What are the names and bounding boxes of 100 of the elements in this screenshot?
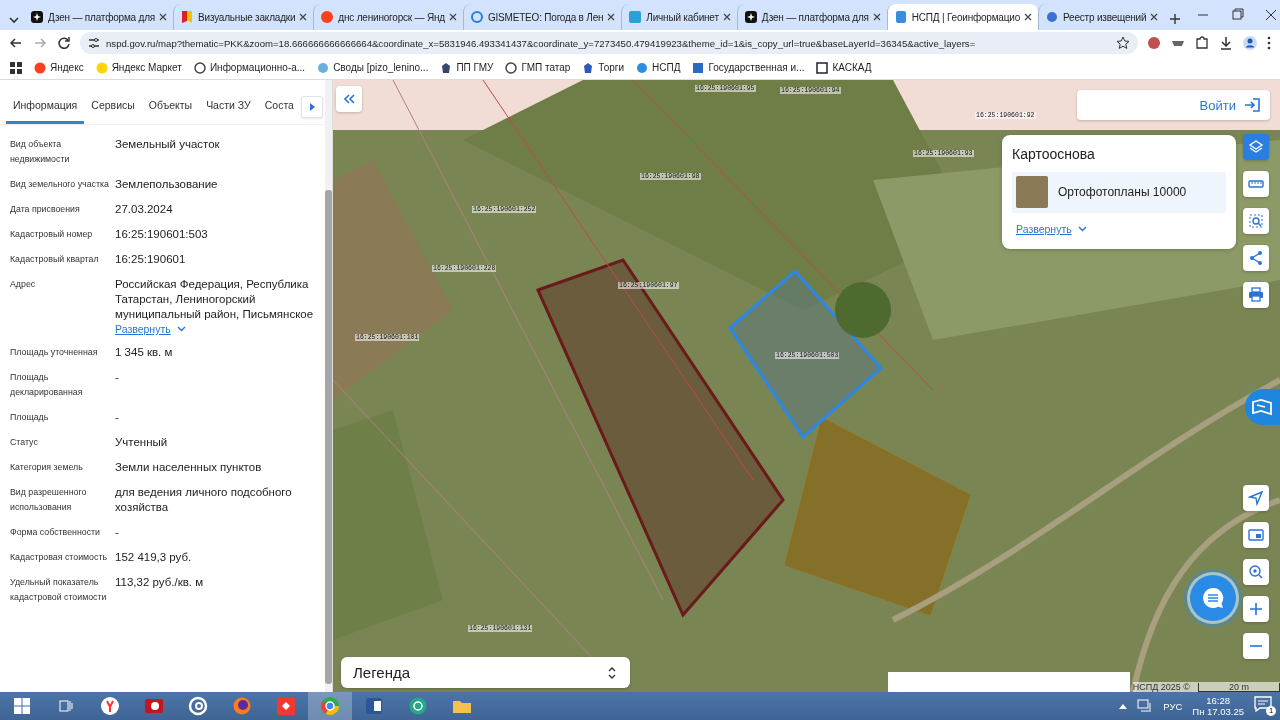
up-down-chevron-icon	[608, 666, 616, 679]
zoom-in-button[interactable]	[1243, 596, 1269, 622]
field-label: Адрес	[10, 278, 37, 291]
panel-tab[interactable]: Объекты	[141, 99, 200, 124]
print-icon	[1248, 287, 1264, 303]
taskbar-app-button[interactable]	[308, 692, 352, 720]
extension-icon[interactable]	[1146, 35, 1162, 51]
bookmark[interactable]: Информационно-а...	[193, 61, 306, 74]
clock-time[interactable]: 16:28	[1206, 695, 1231, 706]
favicon-icon	[440, 61, 453, 74]
map-tool-button[interactable]	[1243, 171, 1269, 197]
bookmark[interactable]: НСПД	[636, 61, 681, 74]
clock-date[interactable]: Пн 17.03.25	[1192, 706, 1244, 717]
caret-up-icon[interactable]	[1119, 703, 1128, 709]
browser-tab[interactable]: Дзен — платформа для	[24, 4, 174, 30]
favicon-icon	[95, 61, 108, 74]
browser-tab[interactable]: Дзен — платформа для	[736, 4, 887, 30]
zoom-out-button[interactable]	[1243, 633, 1269, 659]
bookmark[interactable]: Яндекс Маркет	[95, 61, 182, 74]
field-value: 1 345 кв. м	[115, 345, 174, 360]
more-icon[interactable]	[1266, 35, 1272, 51]
bookmark[interactable]: Своды [pizo_lenino...	[317, 61, 429, 74]
close-icon[interactable]	[607, 13, 616, 21]
bookmark[interactable]: Торги	[582, 61, 625, 74]
expand-link[interactable]: Развернуть	[1016, 223, 1072, 235]
map-tool-button[interactable]	[1243, 134, 1269, 160]
field-label: Площадь	[10, 411, 50, 424]
favicon-icon	[180, 10, 195, 24]
network-icon[interactable]	[1137, 699, 1154, 713]
bookmark[interactable]: Государственная и...	[692, 61, 805, 74]
pin-search-icon	[1248, 564, 1264, 580]
field-value: -	[115, 410, 120, 425]
apps-grid-icon[interactable]	[10, 61, 22, 74]
address-bar[interactable]: nspd.gov.ru/map?thematic=PKK&zoom=18.666666666666664&coordinate_x=5831946.493341437&coordinate_y=7273450.479419923&theme_id=1&is_copy_url=true&baseLayerId=36345&active_layers=	[80, 32, 1138, 54]
field-label: Дата присвоения	[10, 203, 81, 216]
locate-button[interactable]	[1243, 485, 1269, 511]
browser-tab[interactable]: днс лениногорск — Янд	[313, 4, 463, 30]
login-button[interactable]: Войти	[1077, 90, 1270, 120]
bookmark[interactable]: Яндекс	[34, 61, 84, 74]
scrollbar[interactable]	[325, 80, 332, 692]
download-icon[interactable]	[1218, 35, 1234, 51]
browser-tab[interactable]: GISMETEO: Погода в Лен	[462, 4, 622, 30]
browser-tab[interactable]: Визуальные закладки	[173, 4, 314, 30]
panel-tab[interactable]: Информация	[6, 99, 85, 124]
url-text: nspd.gov.ru/map?thematic=PKK&zoom=18.666666666666664&coordinate_x=5831946.493341437&coordinate_y=7273450.479419923&theme_id=1&is_copy_url=true&baseLayerId=36345&active_layers=	[106, 37, 976, 49]
star-icon[interactable]	[1116, 36, 1130, 50]
close-icon[interactable]	[1150, 13, 1159, 21]
favicon-icon	[34, 61, 46, 74]
caret-icon	[309, 103, 315, 111]
favicon-icon	[317, 61, 330, 74]
field-value: 16:25:190601:503	[115, 227, 209, 242]
browser-tab[interactable]: НСПД | Геоинформацио	[886, 4, 1038, 30]
field-value: для ведения личного подсобного хозяйства	[115, 485, 293, 515]
collapse-panel-button[interactable]	[336, 86, 362, 112]
map-tool-button[interactable]	[1243, 208, 1269, 234]
expand-link[interactable]: Развернуть	[115, 323, 171, 335]
field-label: Кадастровый номер	[10, 228, 94, 241]
browser-tab[interactable]: Реестр извещений	[1038, 4, 1165, 30]
notification-icon[interactable]	[1254, 696, 1272, 712]
side-panel-button[interactable]	[1245, 389, 1280, 425]
puzzle-icon[interactable]	[1194, 35, 1210, 51]
place-search-button[interactable]	[1243, 559, 1269, 585]
field-label: Категория земель	[10, 461, 84, 474]
chevron-down-icon	[176, 326, 186, 332]
field-label: Кадастровый квартал	[10, 253, 100, 266]
app-icon	[276, 696, 296, 716]
favicon-icon	[320, 10, 335, 24]
browser-tab[interactable]: Личный кабинет	[621, 4, 737, 30]
basemap-layer-item[interactable]: Ортофотопланы 10000	[1012, 172, 1226, 213]
close-icon[interactable]	[299, 13, 308, 21]
minus-icon	[1250, 645, 1262, 647]
scroll-tabs-button[interactable]	[301, 96, 323, 118]
input-language[interactable]: РУС	[1163, 700, 1183, 712]
profile-icon[interactable]	[1242, 35, 1258, 51]
close-icon[interactable]	[872, 13, 881, 21]
panel-button[interactable]	[1243, 522, 1269, 548]
field-value: Земли населенных пунктов	[115, 460, 263, 475]
close-icon[interactable]	[448, 13, 457, 21]
app-icon	[144, 696, 164, 716]
close-icon[interactable]	[159, 13, 168, 21]
map-tool-button[interactable]	[1243, 245, 1269, 271]
map-tool-button[interactable]	[1243, 282, 1269, 308]
map-scale: 20 m	[1198, 682, 1280, 692]
close-icon[interactable]	[1024, 13, 1032, 21]
field-value: Землепользование	[115, 177, 219, 192]
legend-dropdown[interactable]: Легенда	[341, 657, 630, 688]
favicon-icon	[193, 61, 206, 74]
bookmark[interactable]: ГМП татар	[505, 61, 571, 74]
login-icon	[1244, 98, 1260, 112]
panel-tab[interactable]: Соста	[257, 99, 301, 124]
app-icon	[100, 696, 120, 716]
close-icon[interactable]	[722, 13, 731, 21]
panel-tab[interactable]: Сервисы	[84, 99, 142, 124]
area-search-icon	[1248, 213, 1264, 229]
field-label: Вид разрешенного использования	[10, 486, 88, 514]
reload-icon[interactable]	[56, 35, 72, 51]
panel-tab[interactable]: Части ЗУ	[199, 99, 258, 124]
bookmark[interactable]: ПП ГМУ	[440, 61, 494, 74]
bookmark[interactable]: КАСКАД	[816, 61, 872, 74]
favicon-icon	[628, 10, 643, 24]
